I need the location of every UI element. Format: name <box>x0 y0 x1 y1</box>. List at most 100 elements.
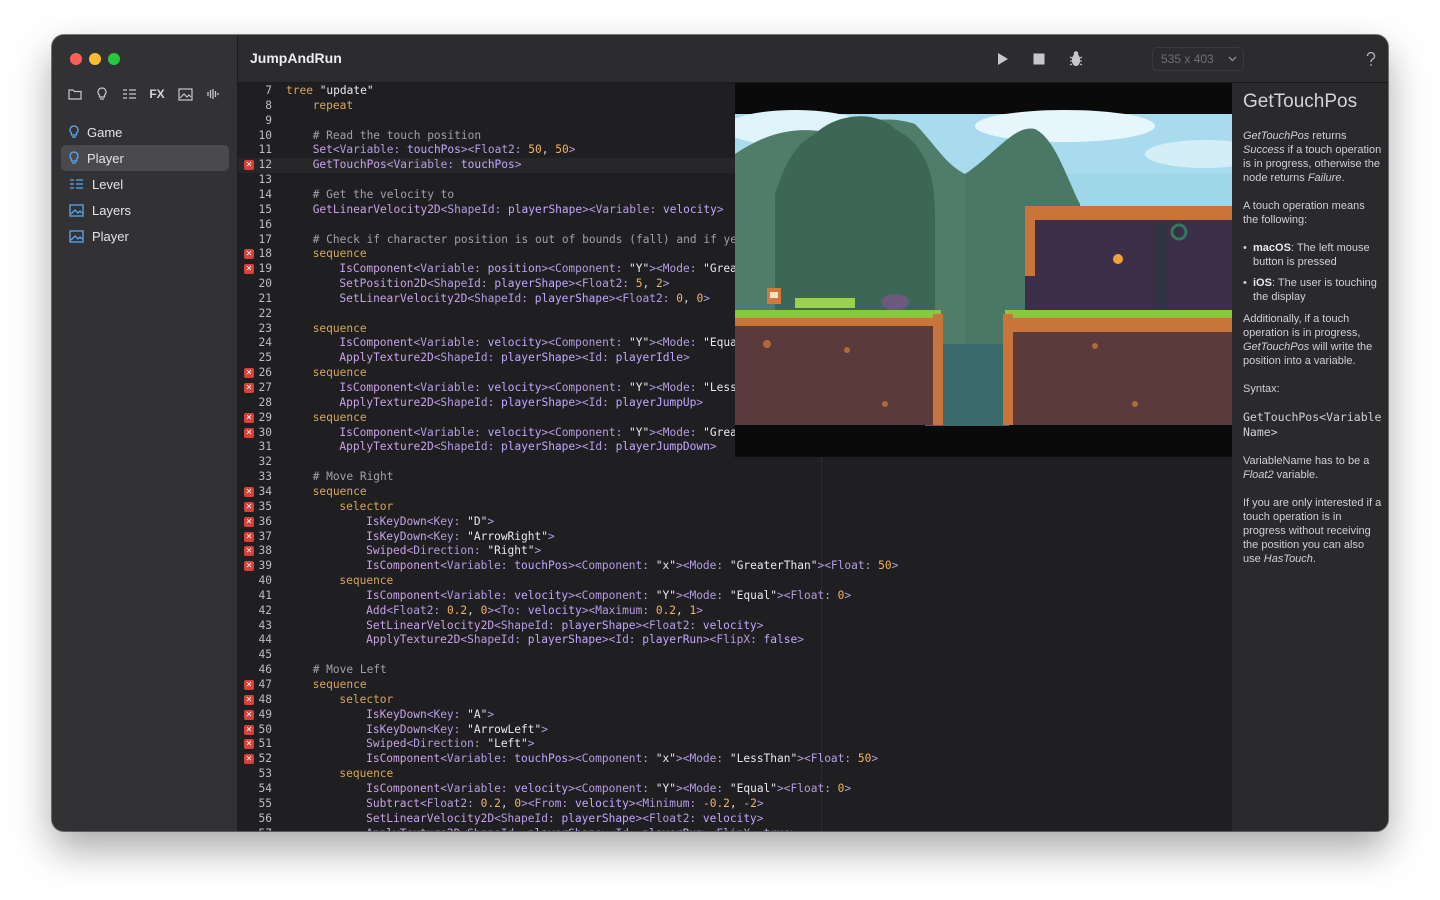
code-token: <Float: <box>803 752 858 766</box>
minimize-window-button[interactable] <box>89 53 101 65</box>
line-number: 39 <box>258 559 272 573</box>
code-token: false <box>763 633 798 647</box>
code-token: <Component: <box>574 781 656 795</box>
code-line[interactable]: ✕ 36 IsKeyDown<Key: "D"> <box>238 515 1232 530</box>
code-line[interactable]: ✕ 34 sequence <box>238 485 1232 500</box>
code-text: IsComponent<Variable: touchPos><Componen… <box>366 752 878 767</box>
code-line[interactable]: ✕ 52 IsComponent<Variable: touchPos><Compo… <box>238 752 1232 767</box>
fx-icon[interactable]: FX <box>147 85 167 103</box>
code-token: "LessThan" <box>729 752 798 766</box>
list-icon[interactable] <box>120 85 138 103</box>
code-token: <Mode: <box>656 336 704 350</box>
code-line[interactable]: ✕ 35 selector <box>238 500 1232 515</box>
code-line[interactable]: 32 <box>238 455 1232 470</box>
code-token: > <box>649 381 657 394</box>
sidebar-item-level[interactable]: Level <box>61 171 229 197</box>
line-number: 10 <box>258 128 272 142</box>
code-token: "Grea <box>703 262 737 276</box>
code-line[interactable]: ✕ 50 IsKeyDown<Key: "ArrowLeft"> <box>238 723 1232 738</box>
line-number: 53 <box>258 767 272 781</box>
resolution-select[interactable]: 535 x 403 <box>1152 47 1244 71</box>
code-token: ApplyTexture2D <box>339 351 434 365</box>
help-button[interactable] <box>1360 49 1382 69</box>
code-line[interactable]: 41 IsComponent<Variable: velocity><Compon… <box>238 589 1232 604</box>
code-token: 0.2 <box>655 603 677 617</box>
waveform-icon[interactable] <box>203 85 221 103</box>
code-token: > <box>568 781 575 795</box>
code-line[interactable]: ✕ 38 Swiped<Direction: "Right"> <box>238 544 1232 559</box>
line-number: 29 <box>258 410 272 424</box>
code-line[interactable]: ✕ 47 sequence <box>238 678 1232 693</box>
game-preview[interactable] <box>725 83 1265 457</box>
help-paragraph: If you are only interested if a touch op… <box>1243 496 1383 566</box>
line-number: 52 <box>258 752 272 766</box>
code-line[interactable]: ✕ 39 IsComponent<Variable: touchPos><Compo… <box>238 559 1232 574</box>
code-line[interactable]: ✕ 49 IsKeyDown<Key: "A"> <box>238 708 1232 723</box>
code-line[interactable]: 42 Add<Float2: 0.2, 0><To: velocity><Maxi… <box>238 604 1232 619</box>
code-token: <Id: <box>581 395 616 409</box>
traffic-lights <box>70 53 120 65</box>
code-token: > <box>791 827 798 832</box>
code-line[interactable]: ✕ 51 Swiped<Direction: "Left"> <box>238 737 1232 752</box>
line-number: 15 <box>258 202 272 216</box>
line-number: 35 <box>258 499 272 513</box>
stop-icon <box>1033 53 1045 65</box>
code-token: "Equal" <box>729 588 778 602</box>
code-token: <Variable: <box>440 752 515 766</box>
code-line[interactable]: 33 # Move Right <box>238 470 1232 485</box>
line-number: 48 <box>258 692 272 706</box>
code-line[interactable]: 54 IsComponent<Variable: velocity><Compon… <box>238 782 1232 797</box>
code-line[interactable]: ✕ 37 IsKeyDown<Key: "ArrowRight"> <box>238 530 1232 545</box>
code-line[interactable]: 53 sequence <box>238 767 1232 782</box>
line-number: 50 <box>258 722 272 736</box>
code-token: playerJumpDown <box>615 440 710 454</box>
stop-button[interactable] <box>1028 49 1050 69</box>
code-token: GetLinearVelocity2D <box>312 202 441 216</box>
help-bullet-key: iOS <box>1253 277 1272 289</box>
code-line[interactable]: 55 Subtract<Float2: 0.2, 0><From: velocit… <box>238 797 1232 812</box>
code-token: <Mode: <box>682 752 730 766</box>
code-token: # Read the touch position <box>312 128 482 142</box>
code-token: > <box>756 811 764 825</box>
close-window-button[interactable] <box>70 53 82 65</box>
code-line[interactable]: 56 SetLinearVelocity2D<ShapeId: playerSha… <box>238 812 1232 827</box>
sidebar-item-player-texture[interactable]: Player <box>61 223 229 249</box>
line-number: 40 <box>258 574 272 588</box>
code-line[interactable]: 57ApplyTexture2D<ShapeId: playerShape><I… <box>238 827 1232 832</box>
code-token: IsComponent <box>339 425 414 439</box>
line-number: 43 <box>258 618 272 632</box>
code-text: sequence <box>313 485 367 500</box>
line-number: 30 <box>258 425 272 439</box>
code-token: Swiped <box>366 544 407 558</box>
code-token: <Variable: <box>413 425 488 439</box>
code-line[interactable]: 45 <box>238 648 1232 663</box>
code-line[interactable]: 44 ApplyTexture2D<ShapeId: playerShape><I… <box>238 633 1232 648</box>
lightbulb-icon[interactable] <box>93 85 111 103</box>
code-line[interactable]: ✕ 48 selector <box>238 693 1232 708</box>
code-text: SetLinearVelocity2D<ShapeId: playerShape… <box>366 619 763 634</box>
code-token: > <box>703 827 710 832</box>
code-token: "Y" <box>655 588 676 602</box>
folder-icon[interactable] <box>66 85 84 103</box>
sidebar-item-layers[interactable]: Layers <box>61 197 229 223</box>
code-text: # Move Left <box>313 663 387 678</box>
sidebar-item-player-behavior[interactable]: Player <box>61 145 229 171</box>
title-bar: JumpAndRun 535 x 403 <box>238 35 1388 83</box>
play-button[interactable] <box>992 49 1014 69</box>
code-token: selector <box>339 499 394 513</box>
code-token: playerShape <box>527 633 602 647</box>
code-line[interactable]: 40 sequence <box>238 574 1232 589</box>
code-token: <Variable: <box>440 781 515 795</box>
code-text: IsComponent<Variable: velocity > <Componen… <box>339 381 736 396</box>
code-line[interactable]: 46 # Move Left <box>238 663 1232 678</box>
image-icon[interactable] <box>176 85 194 103</box>
zoom-window-button[interactable] <box>108 53 120 65</box>
debug-button[interactable] <box>1065 49 1087 69</box>
code-token: SetLinearVelocity2D <box>366 618 495 632</box>
code-token: IsKeyDown <box>366 722 427 736</box>
help-bullet-key: macOS <box>1253 242 1291 254</box>
code-line[interactable]: 43 SetLinearVelocity2D<ShapeId: playerSha… <box>238 619 1232 634</box>
line-number: 47 <box>258 678 272 691</box>
sidebar-item-game[interactable]: Game <box>61 119 229 145</box>
code-token: > <box>696 395 704 409</box>
